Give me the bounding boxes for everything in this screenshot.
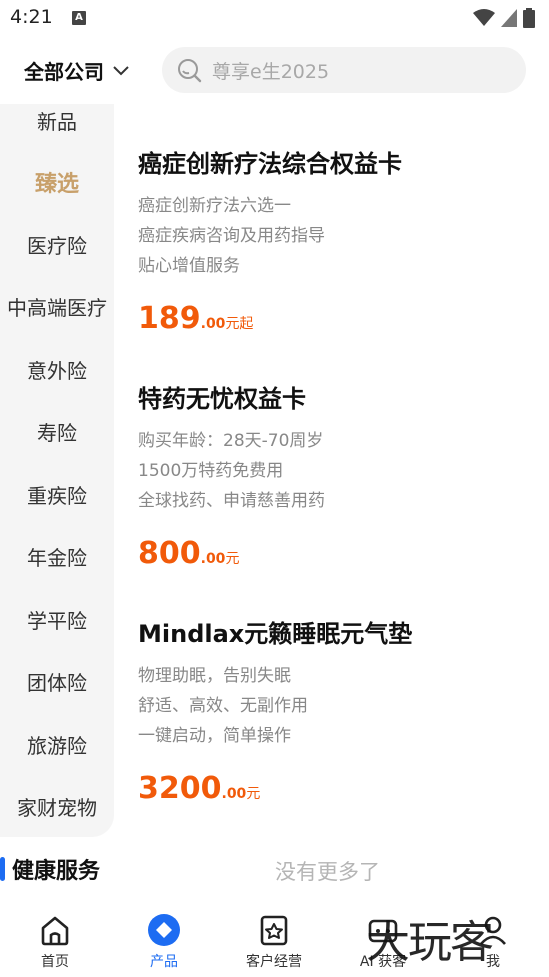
- product-desc-line: 癌症创新疗法六选一: [138, 196, 291, 216]
- price-decimal: .00: [221, 786, 247, 802]
- status-time: 4:21: [10, 6, 53, 28]
- wifi-icon: [473, 9, 495, 26]
- nav-tab-product[interactable]: 产品: [119, 913, 209, 971]
- price-integer: 189: [138, 301, 201, 336]
- product-desc-line: 贴心增值服务: [138, 256, 240, 276]
- product-card[interactable]: Mindlax元籁睡眠元气垫 物理助眠，告别失眠 舒适、高效、无副作用 一键启动…: [138, 617, 528, 817]
- sidebar-item-high-end-medical[interactable]: 中高端医疗: [0, 276, 114, 336]
- sidebar-item-life[interactable]: 寿险: [0, 401, 114, 461]
- product-desc-line: 1500万特药免费用: [138, 461, 284, 481]
- nav-label: 产品: [150, 954, 178, 970]
- section-accent-bar: [0, 857, 5, 881]
- sidebar-item-annuity[interactable]: 年金险: [0, 526, 114, 586]
- section-heading-health-service[interactable]: 健康服务: [0, 852, 100, 886]
- category-sidebar[interactable]: 新品 臻选 医疗险 中高端医疗 意外险 寿险 重疾险 年金险 学平险 团体险 旅…: [0, 104, 114, 837]
- home-icon: [41, 916, 69, 946]
- company-filter-label: 全部公司: [24, 60, 104, 84]
- battery-icon: [523, 8, 535, 28]
- product-name: 特药无忧权益卡: [138, 385, 306, 413]
- sidebar-item-selected[interactable]: 臻选: [0, 152, 114, 212]
- sidebar-item-accident[interactable]: 意外险: [0, 339, 114, 399]
- search-input[interactable]: 尊享e生2025: [162, 47, 526, 93]
- watermark-logo: 大玩客: [366, 917, 494, 968]
- header: 全部公司 尊享e生2025: [0, 38, 549, 104]
- chevron-down-icon: [113, 65, 129, 75]
- product-price: 189 .00 元起: [138, 301, 253, 336]
- nav-label: 客户经营: [246, 954, 302, 970]
- search-placeholder: 尊享e生2025: [212, 60, 330, 83]
- section-title: 健康服务: [12, 859, 101, 884]
- product-price: 800 .00 元: [138, 536, 239, 571]
- product-desc-list: 物理助眠，告别失眠 舒适、高效、无副作用 一键启动，简单操作: [138, 661, 528, 751]
- sidebar-item-student[interactable]: 学平险: [0, 589, 114, 649]
- price-decimal: .00: [200, 316, 226, 332]
- search-icon: [178, 59, 202, 83]
- nav-label: 首页: [41, 954, 69, 970]
- nav-tab-home[interactable]: 首页: [10, 913, 100, 971]
- sidebar-item-critical-illness[interactable]: 重疾险: [0, 464, 114, 524]
- sidebar-item-group[interactable]: 团体险: [0, 651, 114, 711]
- sidebar-item-property-pet[interactable]: 家财宠物: [0, 776, 114, 836]
- status-icons: [473, 8, 535, 28]
- product-desc-line: 全球找药、申请慈善用药: [138, 491, 325, 511]
- price-decimal: .00: [200, 551, 226, 567]
- product-desc-line: 购买年龄：28天-70周岁: [138, 431, 324, 451]
- nav-tab-customer[interactable]: 客户经营: [229, 913, 319, 971]
- product-desc-line: 舒适、高效、无副作用: [138, 696, 308, 716]
- product-card[interactable]: 癌症创新疗法综合权益卡 癌症创新疗法六选一 癌症疾病咨询及用药指导 贴心增值服务…: [138, 147, 528, 347]
- company-filter-dropdown[interactable]: 全部公司: [24, 56, 130, 85]
- status-bar: 4:21 A: [0, 0, 549, 38]
- price-unit: 元: [246, 786, 261, 802]
- price-unit: 元: [225, 551, 240, 567]
- customer-icon: [260, 915, 288, 946]
- product-price: 3200 .00 元: [138, 771, 260, 806]
- price-integer: 800: [138, 536, 201, 571]
- product-desc-list: 购买年龄：28天-70周岁 1500万特药免费用 全球找药、申请慈善用药: [138, 426, 528, 516]
- product-icon: [148, 914, 180, 946]
- no-more-text: 没有更多了: [275, 860, 380, 884]
- product-name: 癌症创新疗法综合权益卡: [138, 150, 402, 178]
- notification-a-icon: A: [72, 11, 86, 25]
- price-unit: 元起: [225, 316, 254, 332]
- product-desc-line: 癌症疾病咨询及用药指导: [138, 226, 325, 246]
- sidebar-item-medical[interactable]: 医疗险: [0, 214, 114, 274]
- product-desc-list: 癌症创新疗法六选一 癌症疾病咨询及用药指导 贴心增值服务: [138, 191, 528, 281]
- product-name: Mindlax元籁睡眠元气垫: [138, 620, 413, 648]
- signal-icon: [501, 9, 517, 27]
- price-integer: 3200: [138, 771, 222, 806]
- product-desc-line: 一键启动，简单操作: [138, 726, 291, 746]
- sidebar-item-new[interactable]: 新品: [0, 104, 114, 150]
- product-card[interactable]: 特药无忧权益卡 购买年龄：28天-70周岁 1500万特药免费用 全球找药、申请…: [138, 382, 528, 582]
- product-desc-line: 物理助眠，告别失眠: [138, 666, 291, 686]
- sidebar-item-travel[interactable]: 旅游险: [0, 714, 114, 774]
